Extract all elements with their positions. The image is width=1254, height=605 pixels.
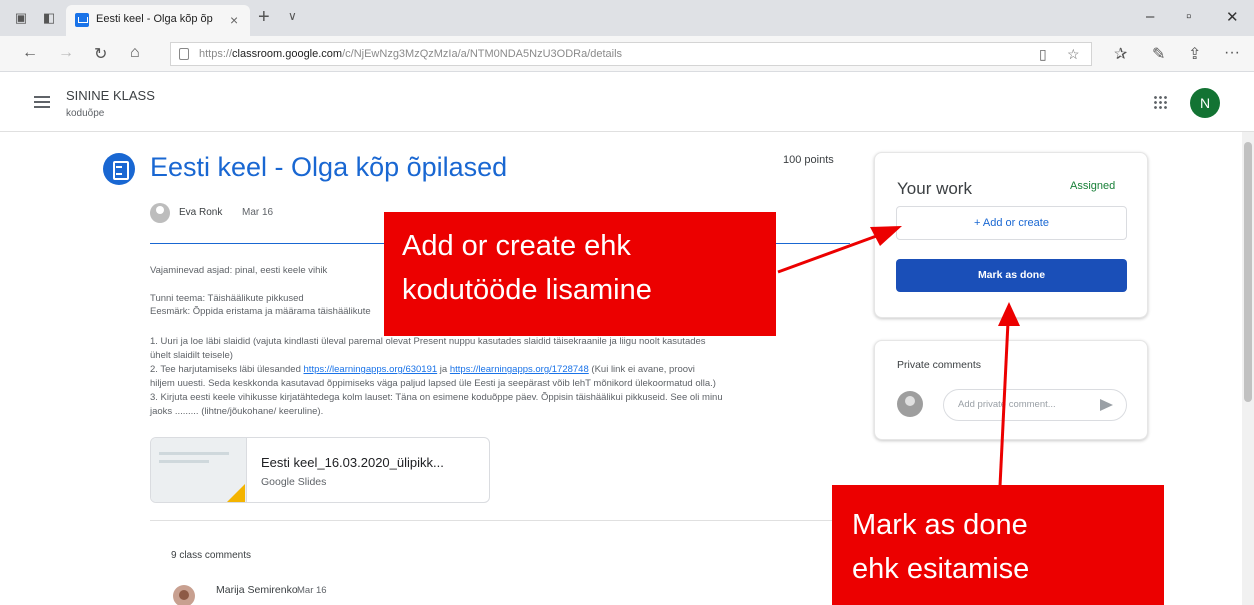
arrowhead-mark bbox=[998, 302, 1020, 326]
annotation-line: ehk esitamise bbox=[852, 553, 1030, 585]
annotation-mark-as-done: Mark as done ehk esitamise bbox=[832, 485, 1164, 605]
annotation-add-or-create: Add or create ehk kodutööde lisamine bbox=[384, 212, 776, 336]
arrowhead-add bbox=[870, 226, 902, 246]
arrow-to-add-button bbox=[777, 232, 883, 274]
annotation-line: kodutööde lisamine bbox=[402, 274, 652, 306]
annotation-line: Add or create ehk bbox=[402, 230, 631, 262]
arrow-to-mark-done bbox=[998, 321, 1010, 487]
annotation-line: Mark as done bbox=[852, 509, 1028, 541]
